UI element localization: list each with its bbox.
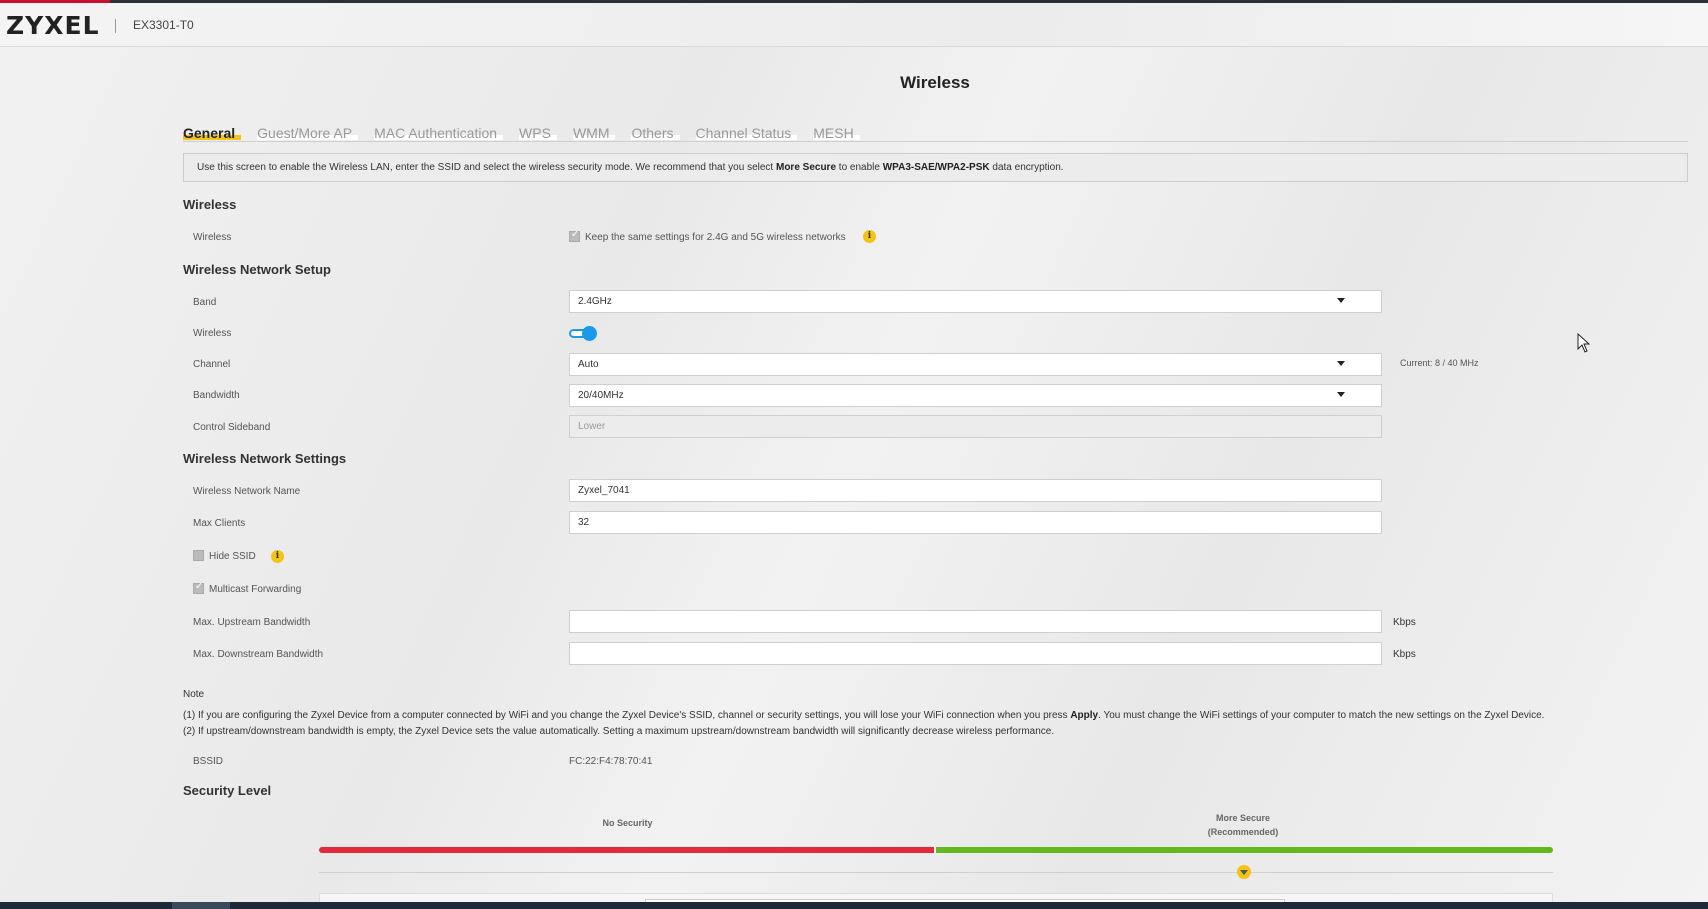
upstream-bandwidth-input[interactable] — [569, 610, 1382, 633]
note-line-1: (1) If you are configuring the Zyxel Dev… — [183, 710, 1544, 721]
tab-mac-authentication[interactable]: MAC Authentication — [374, 125, 504, 141]
no-security-label[interactable]: No Security — [580, 818, 675, 828]
tab-guest-more-ap[interactable]: Guest/More AP — [257, 125, 359, 141]
note-title: Note — [183, 689, 205, 700]
security-bar-high[interactable] — [936, 847, 1553, 853]
tab-others[interactable]: Others — [631, 125, 680, 141]
tab-label: WPS — [519, 125, 551, 141]
note-line-2: (2) If upstream/downstream bandwidth is … — [183, 726, 1055, 737]
tab-label: Guest/More AP — [257, 125, 353, 141]
page-title: Wireless — [900, 73, 970, 92]
mouse-cursor-icon — [1577, 333, 1591, 353]
device-model: EX3301-T0 — [133, 18, 194, 32]
network-name-input[interactable]: Zyxel_7041 — [569, 479, 1382, 502]
tab-label: MESH — [813, 125, 854, 141]
upstream-unit: Kbps — [1393, 617, 1416, 628]
bandwidth-label: Bandwidth — [193, 390, 240, 401]
section-wireless-title: Wireless — [183, 197, 237, 212]
tab-label: WMM — [572, 125, 610, 141]
info-text-mid: to enable — [836, 162, 883, 173]
os-taskbar — [0, 902, 1708, 909]
info-text-bold-1: More Secure — [775, 162, 837, 173]
more-secure-line-2: (Recommended) — [1207, 827, 1279, 837]
chevron-down-icon — [1337, 392, 1345, 397]
network-name-value: Zyxel_7041 — [578, 485, 630, 496]
hide-ssid-info-icon[interactable]: i — [271, 550, 284, 563]
bssid-value: FC:22:F4:78:70:41 — [569, 756, 653, 767]
band-value: 2.4GHz — [578, 296, 612, 307]
tab-label: Others — [631, 125, 674, 141]
info-text-post: data encryption. — [989, 162, 1064, 173]
security-divider — [319, 872, 1553, 873]
network-name-label: Wireless Network Name — [193, 486, 301, 497]
info-text-bold-2: WPA3-SAE/WPA2-PSK — [882, 162, 990, 173]
tab-wmm[interactable]: WMM — [572, 125, 616, 141]
bandwidth-value: 20/40MHz — [578, 390, 624, 401]
control-sideband-label: Control Sideband — [193, 422, 271, 433]
downstream-bandwidth-label: Max. Downstream Bandwidth — [193, 649, 324, 660]
channel-label: Channel — [193, 359, 231, 370]
keep-same-settings-checkbox[interactable] — [569, 229, 580, 242]
toggle-knob — [582, 326, 597, 341]
chevron-down-icon — [1337, 361, 1345, 366]
keep-same-info-icon[interactable]: i — [863, 230, 876, 243]
taskbar-item[interactable] — [172, 902, 230, 909]
more-secure-label[interactable]: More Secure (Recommended) — [1193, 811, 1293, 839]
band-label: Band — [193, 297, 217, 308]
tab-general[interactable]: General — [183, 125, 242, 141]
security-level-marker-icon[interactable] — [1237, 865, 1251, 879]
tab-bar-divider — [183, 141, 1688, 142]
channel-value: Auto — [578, 359, 599, 370]
more-secure-line-1: More Secure — [1215, 813, 1271, 823]
chevron-down-icon — [1337, 298, 1345, 303]
section-network-settings-title: Wireless Network Settings — [183, 451, 347, 466]
tab-channel-status[interactable]: Channel Status — [695, 125, 798, 141]
downstream-unit: Kbps — [1393, 649, 1416, 660]
tab-bar: General Guest/More AP MAC Authentication… — [183, 125, 876, 141]
info-text-pre: Use this screen to enable the Wireless L… — [197, 162, 776, 173]
keep-same-settings-label: Keep the same settings for 2.4G and 5G w… — [585, 232, 846, 243]
zyxel-logo[interactable]: ZYXEL — [6, 11, 100, 40]
security-bar-low[interactable] — [319, 847, 934, 853]
max-clients-label: Max Clients — [193, 518, 246, 529]
bssid-label: BSSID — [193, 756, 224, 767]
multicast-forwarding-label: Multicast Forwarding — [209, 584, 302, 595]
note-line-1-bold: Apply — [1070, 710, 1099, 721]
channel-current-info: Current: 8 / 40 MHz — [1400, 358, 1479, 368]
header-divider — [115, 19, 116, 33]
section-security-level-title: Security Level — [183, 783, 272, 798]
upstream-bandwidth-label: Max. Upstream Bandwidth — [193, 617, 311, 628]
tab-mesh[interactable]: MESH — [813, 125, 860, 141]
hide-ssid-label: Hide SSID — [209, 551, 256, 562]
downstream-bandwidth-input[interactable] — [569, 642, 1382, 665]
band-select[interactable]: 2.4GHz — [569, 290, 1382, 313]
tab-label: General — [183, 125, 236, 141]
info-banner: Use this screen to enable the Wireless L… — [183, 153, 1688, 182]
max-clients-input[interactable]: 32 — [569, 511, 1382, 534]
note-line-1-post: . You must change the WiFi settings of y… — [1098, 710, 1545, 721]
control-sideband-field: Lower — [569, 415, 1382, 438]
tab-label: MAC Authentication — [374, 125, 498, 141]
tab-label: Channel Status — [695, 125, 792, 141]
tab-wps[interactable]: WPS — [519, 125, 557, 141]
channel-select[interactable]: Auto — [569, 353, 1382, 376]
top-header: ZYXEL EX3301-T0 — [0, 3, 1708, 47]
multicast-forwarding-checkbox[interactable] — [193, 581, 204, 594]
section-network-setup-title: Wireless Network Setup — [183, 262, 331, 277]
bandwidth-select[interactable]: 20/40MHz — [569, 384, 1382, 407]
note-line-1-pre: (1) If you are configuring the Zyxel Dev… — [183, 710, 1071, 721]
control-sideband-value: Lower — [578, 421, 606, 432]
wireless-toggle[interactable] — [569, 326, 597, 341]
hide-ssid-checkbox[interactable] — [193, 550, 204, 561]
max-clients-value: 32 — [578, 517, 590, 528]
wireless-toggle-label: Wireless — [193, 328, 232, 339]
wireless-label: Wireless — [193, 232, 232, 243]
